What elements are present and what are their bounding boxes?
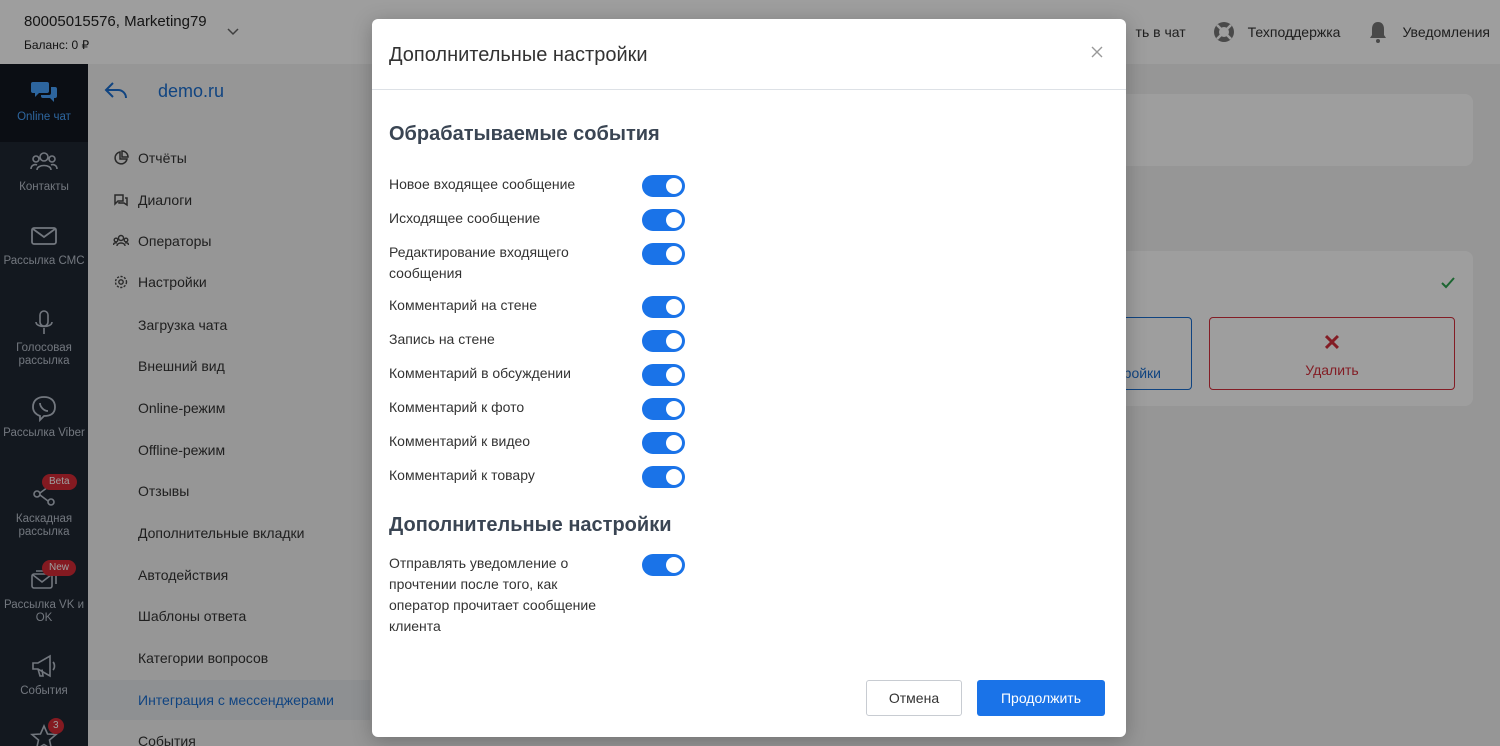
event-toggle[interactable] [642,432,685,454]
event-toggle[interactable] [642,364,685,386]
event-row: Редактирование входящего сообщения [389,242,689,284]
modal-header: Дополнительные настройки [372,19,1126,90]
event-label: Новое входящее сообщение [389,176,576,192]
event-row: Комментарий на стене [389,295,689,318]
event-label: Комментарий к фото [389,399,525,415]
event-toggle[interactable] [642,398,685,420]
additional-settings-modal: Дополнительные настройки Обрабатываемые … [372,19,1126,737]
event-row: Комментарий в обсуждении [389,363,689,386]
event-toggle[interactable] [642,209,685,231]
modal-title: Дополнительные настройки [389,44,648,66]
setting-row: Отправлять уведомление о прочтении после… [389,553,689,637]
event-toggle[interactable] [642,296,685,318]
event-row: Запись на стене [389,329,689,352]
close-icon[interactable] [1090,45,1104,59]
event-label: Комментарий к видео [389,433,531,449]
event-label: Запись на стене [389,331,495,347]
continue-button[interactable]: Продолжить [977,680,1105,716]
event-toggle[interactable] [642,243,685,265]
event-row: Новое входящее сообщение [389,174,689,197]
cancel-button[interactable]: Отмена [866,680,962,716]
event-label: Редактирование входящего сообщения [389,244,569,281]
event-label: Комментарий в обсуждении [389,365,571,381]
event-toggle[interactable] [642,175,685,197]
setting-label: Отправлять уведомление о прочтении после… [389,555,596,634]
event-row: Комментарий к фото [389,397,689,420]
read-receipt-toggle[interactable] [642,554,685,576]
event-label: Исходящее сообщение [389,210,541,226]
event-toggle[interactable] [642,330,685,352]
event-row: Комментарий к товару [389,465,689,488]
event-label: Комментарий на стене [389,297,538,313]
event-row: Исходящее сообщение [389,208,689,231]
event-label: Комментарий к товару [389,467,535,483]
event-toggle[interactable] [642,466,685,488]
section-title-extra: Дополнительные настройки [389,514,672,536]
event-row: Комментарий к видео [389,431,689,454]
section-title-events: Обрабатываемые события [389,123,660,145]
